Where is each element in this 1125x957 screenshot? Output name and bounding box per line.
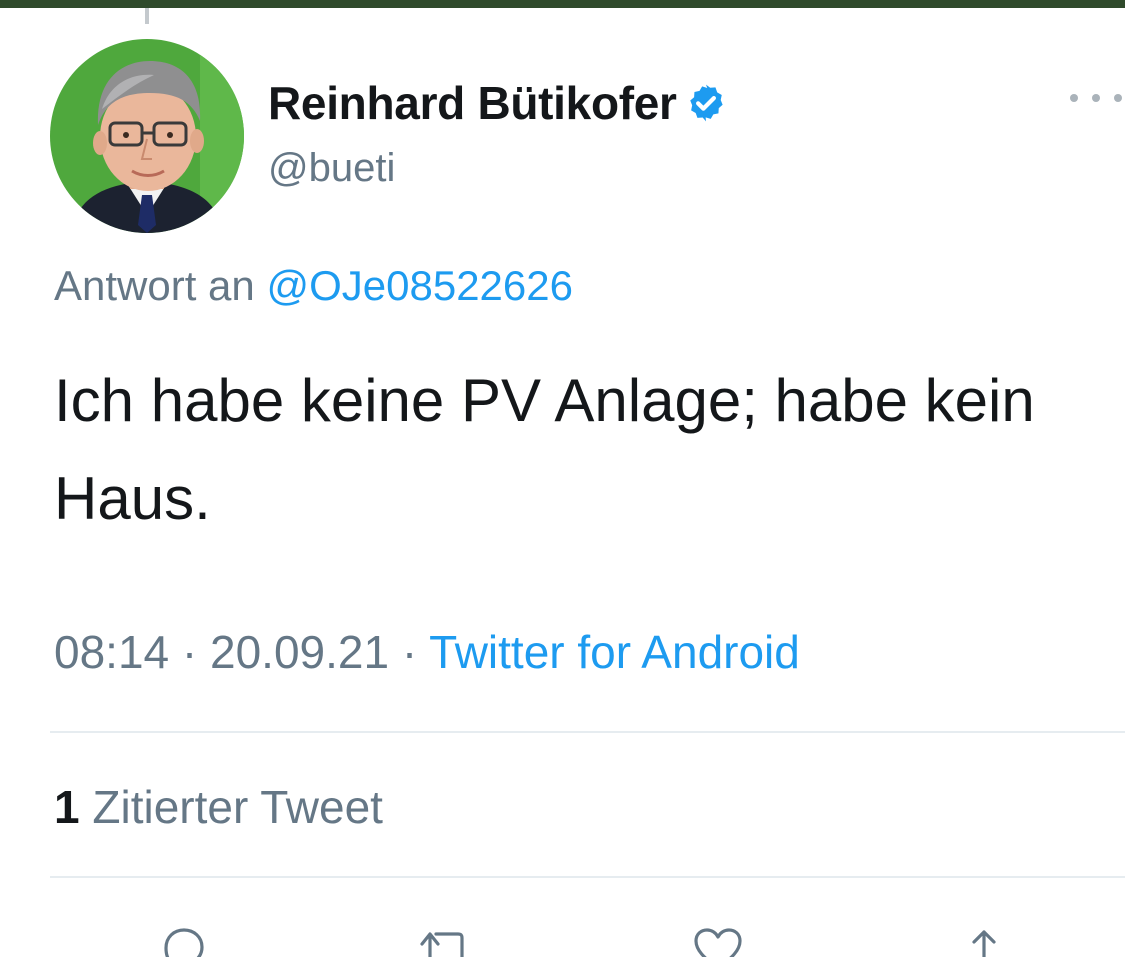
avatar[interactable] bbox=[50, 39, 244, 233]
retweet-icon[interactable] bbox=[414, 918, 478, 957]
divider bbox=[50, 876, 1125, 878]
meta-separator: · bbox=[181, 626, 198, 678]
quote-tweets-link[interactable]: 1 Zitierter Tweet bbox=[54, 780, 383, 834]
reply-to-mention-link[interactable]: @OJe08522626 bbox=[266, 262, 573, 309]
avatar-image bbox=[50, 39, 244, 233]
tweet-source-link[interactable]: Twitter for Android bbox=[429, 626, 800, 678]
heart-icon[interactable] bbox=[686, 918, 750, 957]
top-bar bbox=[0, 0, 1125, 8]
divider bbox=[50, 731, 1125, 733]
share-icon[interactable] bbox=[952, 918, 1016, 957]
tweet-time: 08:14 bbox=[54, 626, 170, 678]
author-handle[interactable]: @bueti bbox=[268, 146, 395, 191]
more-icon[interactable] bbox=[1070, 86, 1122, 110]
tweet-date: 20.09.21 bbox=[210, 626, 390, 678]
reply-icon[interactable] bbox=[152, 918, 216, 957]
tweet-text: Ich habe keine PV Anlage; habe kein Haus… bbox=[54, 367, 1035, 532]
author-name-row[interactable]: Reinhard Bütikofer bbox=[268, 74, 727, 132]
more-dot bbox=[1070, 94, 1078, 102]
more-dot bbox=[1092, 94, 1100, 102]
author-display-name[interactable]: Reinhard Bütikofer bbox=[268, 76, 677, 130]
meta-separator: · bbox=[401, 626, 418, 678]
reply-prefix: Antwort an bbox=[54, 262, 255, 309]
verified-badge-icon bbox=[685, 82, 727, 124]
quote-count: 1 bbox=[54, 781, 80, 833]
thread-connector-line bbox=[145, 8, 149, 24]
tweet-metadata: 08:14 · 20.09.21 · Twitter for Android bbox=[54, 625, 800, 679]
more-dot bbox=[1114, 94, 1122, 102]
tweet-screenshot: Reinhard Bütikofer @bueti Antwort an @OJ… bbox=[0, 0, 1125, 957]
quote-label: Zitierter Tweet bbox=[92, 781, 383, 833]
reply-context: Antwort an @OJe08522626 bbox=[54, 262, 573, 310]
